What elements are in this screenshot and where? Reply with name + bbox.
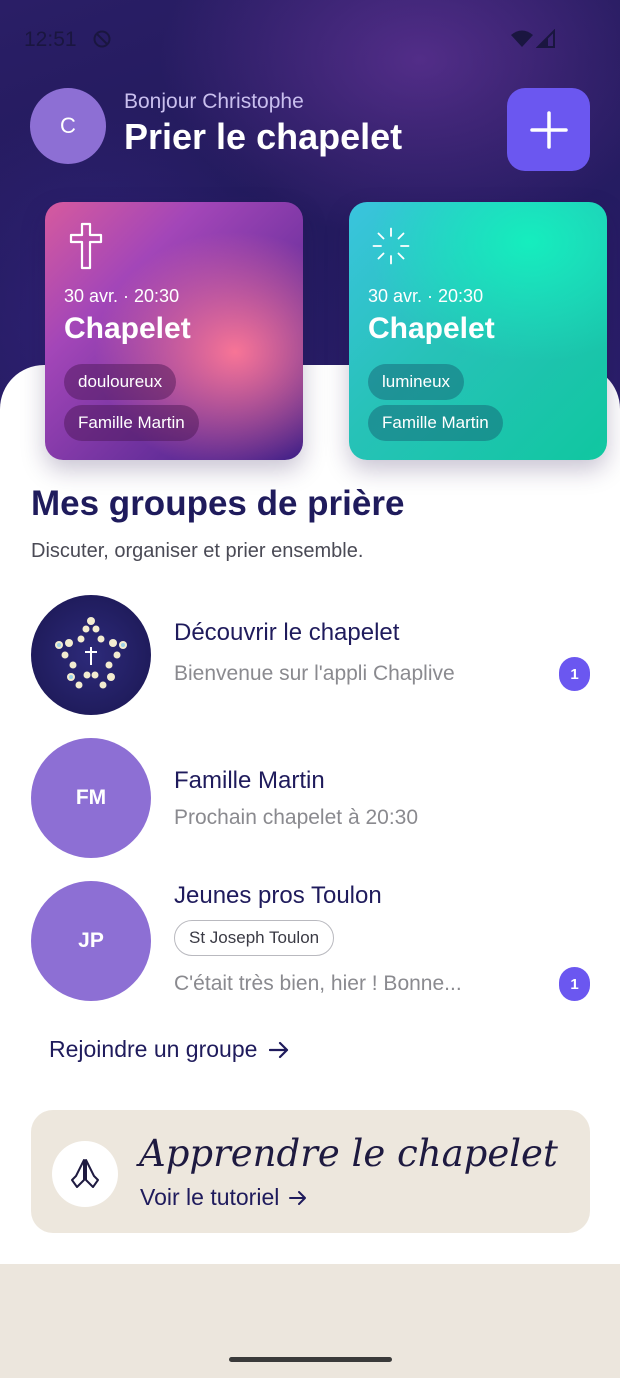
arrow-right-icon [289,1190,307,1205]
hands-icon-circle [52,1141,118,1207]
page-title: Prier le chapelet [124,116,403,157]
user-avatar[interactable]: C [30,88,106,164]
prayer-card-lumineux[interactable]: 30 avr. · 20:30 Chapelet lumineux Famill… [349,202,607,460]
parish-chip: St Joseph Toulon [174,920,335,956]
card-title: Chapelet [64,312,191,345]
wifi-icon [511,30,533,47]
plus-icon [529,110,568,149]
mystery-type-chip: douloureux [64,364,177,400]
tutorial-card[interactable]: Apprendre le chapelet Voir le tutoriel [31,1110,590,1233]
group-last-message: Bienvenue sur l'appli Chaplive [174,662,455,685]
rosary-star-icon [55,617,127,689]
groups-section-title: Mes groupes de prière [31,484,405,523]
group-name[interactable]: Jeunes pros Toulon [174,882,382,910]
group-name[interactable]: Famille Martin [174,767,325,795]
mystery-type-chip: lumineux [368,364,465,400]
home-indicator[interactable] [229,1357,392,1362]
unread-badge: 1 [559,657,590,691]
card-title: Chapelet [368,312,495,345]
do-not-disturb-icon [93,30,111,48]
card-date: 30 avr. · 20:30 [368,286,484,306]
group-last-message: Prochain chapelet à 20:30 [174,806,419,829]
status-bar: 12:51 [0,22,620,58]
join-group-label: Rejoindre un groupe [49,1036,258,1062]
rosary-star-image[interactable] [31,595,151,715]
tutorial-title: Apprendre le chapelet [139,1132,558,1175]
arrow-right-icon [269,1041,289,1058]
tutorial-link[interactable]: Voir le tutoriel [140,1184,307,1211]
tutorial-link-label: Voir le tutoriel [140,1184,280,1210]
add-button[interactable] [507,88,590,171]
prayer-card-douloureux[interactable]: 30 avr. · 20:30 Chapelet douloureux Fami… [45,202,303,460]
join-group-link[interactable]: Rejoindre un groupe [49,1036,289,1063]
cellular-signal-icon [536,29,555,48]
unread-badge: 1 [559,967,590,1001]
groups-section-subtitle: Discuter, organiser et prier ensemble. [31,540,364,562]
group-chip: Famille Martin [368,405,503,441]
card-date: 30 avr. · 20:30 [64,286,180,306]
praying-hands-icon [71,1159,99,1188]
group-last-message: C'était très bien, hier ! Bonne... [174,972,462,995]
cross-icon [69,222,103,270]
greeting-text: Bonjour Christophe [124,90,304,113]
group-name[interactable]: Découvrir le chapelet [174,619,399,647]
group-avatar[interactable]: FM [31,738,151,858]
group-chip: Famille Martin [64,405,199,441]
status-time: 12:51 [24,28,77,51]
group-avatar[interactable]: JP [31,881,151,1001]
light-rays-icon [372,227,410,265]
